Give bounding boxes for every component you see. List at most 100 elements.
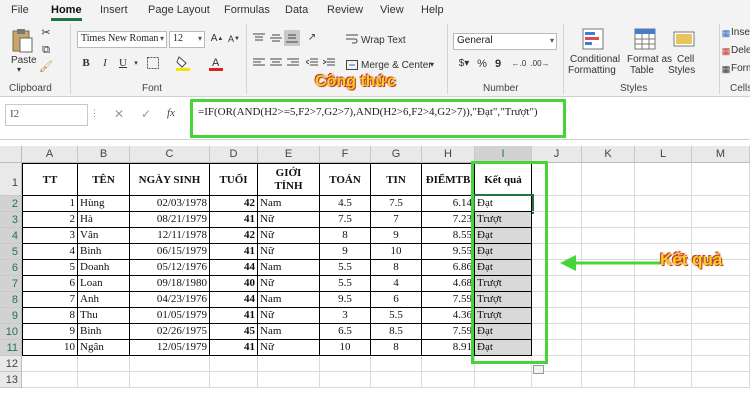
data-cell[interactable]: 02/26/1975	[130, 324, 210, 340]
data-cell[interactable]: 05/12/1976	[130, 260, 210, 276]
delete-cells-icon[interactable]: ▦	[721, 45, 731, 57]
empty-cell[interactable]	[210, 356, 258, 372]
tab-home[interactable]: Home	[51, 4, 82, 21]
data-cell[interactable]: 12/11/1978	[130, 228, 210, 244]
column-header-c[interactable]: C	[130, 146, 210, 163]
format-painter-icon[interactable]: 🖌	[39, 61, 53, 73]
empty-cell[interactable]	[320, 356, 371, 372]
data-cell[interactable]: Loan	[78, 276, 130, 292]
decrease-indent-icon[interactable]	[305, 57, 319, 69]
align-left-icon[interactable]	[252, 57, 266, 69]
empty-cell[interactable]	[692, 163, 750, 196]
decrease-decimal-icon[interactable]: .00→	[530, 57, 549, 71]
decrease-font-icon[interactable]: A ▼	[227, 32, 241, 46]
data-cell[interactable]: 5	[22, 260, 78, 276]
merge-center-icon[interactable]	[345, 59, 359, 71]
data-cell[interactable]: Nam	[258, 324, 320, 340]
column-header-l[interactable]: L	[635, 146, 692, 163]
empty-cell[interactable]	[210, 372, 258, 388]
align-middle-icon[interactable]	[269, 31, 283, 45]
borders-icon[interactable]	[146, 56, 160, 70]
empty-cell[interactable]	[692, 228, 750, 244]
data-cell[interactable]: 10	[22, 340, 78, 356]
align-center-icon[interactable]	[269, 57, 283, 69]
empty-cell[interactable]	[320, 372, 371, 388]
empty-cell[interactable]	[371, 356, 422, 372]
empty-cell[interactable]	[582, 356, 635, 372]
column-header-d[interactable]: D	[210, 146, 258, 163]
data-cell[interactable]: Nữ	[258, 228, 320, 244]
data-cell[interactable]: 5.5	[320, 276, 371, 292]
data-cell[interactable]: 42	[210, 196, 258, 212]
data-cell[interactable]: 5.5	[320, 260, 371, 276]
data-cell[interactable]: Bình	[78, 244, 130, 260]
data-cell[interactable]: 3	[320, 308, 371, 324]
empty-cell[interactable]	[582, 196, 635, 212]
data-cell[interactable]: 44	[210, 292, 258, 308]
data-cell[interactable]: 7.59	[422, 292, 475, 308]
tab-file[interactable]: File	[11, 4, 29, 16]
column-header-e[interactable]: E	[258, 146, 320, 163]
row-header-13[interactable]: 13	[0, 372, 22, 388]
data-cell[interactable]: 9.5	[320, 292, 371, 308]
empty-cell[interactable]	[22, 372, 78, 388]
header-cell-7[interactable]: ĐIỂMTB	[422, 163, 475, 196]
column-header-g[interactable]: G	[371, 146, 422, 163]
insert-cells-icon[interactable]: ▦	[721, 27, 731, 39]
empty-cell[interactable]	[582, 212, 635, 228]
data-cell[interactable]: 8	[22, 308, 78, 324]
empty-cell[interactable]	[258, 356, 320, 372]
empty-cell[interactable]	[635, 356, 692, 372]
data-cell[interactable]: Nữ	[258, 276, 320, 292]
column-header-m[interactable]: M	[692, 146, 750, 163]
empty-cell[interactable]	[422, 356, 475, 372]
empty-cell[interactable]	[692, 324, 750, 340]
fill-color-icon[interactable]	[176, 55, 190, 71]
empty-cell[interactable]	[78, 356, 130, 372]
tab-formulas[interactable]: Formulas	[224, 4, 270, 16]
column-header-f[interactable]: F	[320, 146, 371, 163]
row-header-3[interactable]: 3	[0, 212, 22, 228]
data-cell[interactable]: 8	[320, 228, 371, 244]
empty-cell[interactable]	[582, 340, 635, 356]
column-header-h[interactable]: H	[422, 146, 475, 163]
chevron-down-icon[interactable]: ▾	[132, 58, 140, 68]
format-as-table-label-1[interactable]: Format as	[627, 54, 672, 65]
format-as-table-icon[interactable]	[632, 27, 658, 51]
empty-cell[interactable]	[582, 372, 635, 388]
name-box-dropdown-icon[interactable]: ⋮	[90, 108, 99, 119]
data-cell[interactable]: 41	[210, 308, 258, 324]
empty-cell[interactable]	[475, 372, 532, 388]
tab-help[interactable]: Help	[421, 4, 444, 16]
data-cell[interactable]: 04/23/1976	[130, 292, 210, 308]
comma-style-icon[interactable]: 9	[493, 57, 503, 71]
format-cells-icon[interactable]: ▦	[721, 63, 731, 75]
data-cell[interactable]: Nữ	[258, 340, 320, 356]
data-cell[interactable]: Nữ	[258, 308, 320, 324]
row-header-4[interactable]: 4	[0, 228, 22, 244]
row-header-10[interactable]: 10	[0, 324, 22, 340]
wrap-text-button[interactable]: Wrap Text	[361, 35, 406, 46]
data-cell[interactable]: 4.36	[422, 308, 475, 324]
data-cell[interactable]: 6	[371, 292, 422, 308]
percent-icon[interactable]: %	[476, 57, 488, 71]
empty-cell[interactable]	[635, 212, 692, 228]
data-cell[interactable]: 9.55	[422, 244, 475, 260]
empty-cell[interactable]	[635, 340, 692, 356]
orientation-icon[interactable]: ↗	[305, 31, 319, 45]
align-bottom-icon[interactable]	[284, 30, 300, 46]
data-cell[interactable]: 8	[371, 340, 422, 356]
data-cell[interactable]: Thu	[78, 308, 130, 324]
empty-cell[interactable]	[371, 372, 422, 388]
header-cell-5[interactable]: TOÁN	[320, 163, 371, 196]
data-cell[interactable]: 10	[320, 340, 371, 356]
data-cell[interactable]: 2	[22, 212, 78, 228]
data-cell[interactable]: 8.5	[371, 324, 422, 340]
data-cell[interactable]: 6.86	[422, 260, 475, 276]
underline-button[interactable]: U	[117, 56, 129, 70]
chevron-down-icon[interactable]: ▾	[430, 60, 434, 69]
paste-label[interactable]: Paste	[11, 55, 37, 66]
data-cell[interactable]: 8.55	[422, 228, 475, 244]
header-cell-6[interactable]: TIN	[371, 163, 422, 196]
row-header-12[interactable]: 12	[0, 356, 22, 372]
